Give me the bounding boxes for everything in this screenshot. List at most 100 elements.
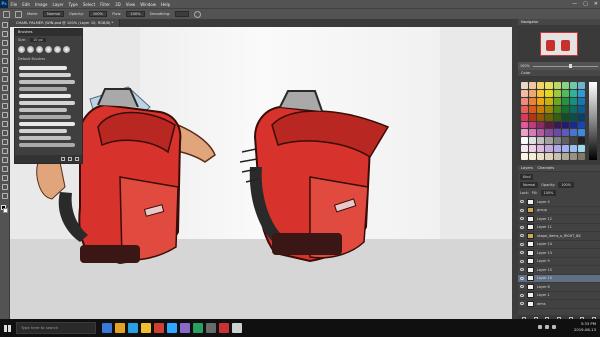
new-brush-icon[interactable] bbox=[68, 157, 72, 161]
brightness-strip[interactable] bbox=[589, 82, 597, 160]
zoom-value[interactable]: 100% bbox=[520, 64, 530, 68]
visibility-eye-icon[interactable] bbox=[520, 268, 524, 272]
zoom-slider-knob[interactable] bbox=[568, 64, 572, 68]
eyedropper-tool-icon[interactable] bbox=[2, 67, 8, 73]
start-button[interactable] bbox=[0, 319, 14, 337]
mode-select[interactable]: Normal bbox=[43, 11, 65, 17]
layer-opacity-field[interactable]: 100% bbox=[558, 182, 574, 188]
color-swatch[interactable] bbox=[521, 145, 529, 153]
color-swatch[interactable] bbox=[553, 145, 561, 153]
taskbar-app-icon[interactable] bbox=[219, 323, 229, 333]
color-swatch[interactable] bbox=[545, 129, 553, 137]
layer-row[interactable]: arms bbox=[518, 300, 600, 309]
brush-stroke-preview[interactable] bbox=[19, 80, 75, 84]
taskbar-app-icon[interactable] bbox=[167, 323, 177, 333]
new-group-icon[interactable] bbox=[61, 157, 65, 161]
flow-field[interactable]: 100% bbox=[126, 11, 145, 17]
color-swatch[interactable] bbox=[521, 153, 529, 160]
color-swatch[interactable] bbox=[561, 137, 569, 145]
document-tab[interactable]: CHARL PALMER (WIN.psd @ 100% (Layer 10, … bbox=[10, 19, 121, 27]
taskbar-app-icon[interactable] bbox=[180, 323, 190, 333]
zoom-tool-icon[interactable] bbox=[2, 193, 8, 199]
color-swatch[interactable] bbox=[553, 89, 561, 97]
color-swatch[interactable] bbox=[577, 153, 585, 160]
color-swatch[interactable] bbox=[553, 137, 561, 145]
color-swatch[interactable] bbox=[537, 137, 545, 145]
color-swatch[interactable] bbox=[537, 121, 545, 129]
color-swatch[interactable] bbox=[577, 129, 585, 137]
brush-preset[interactable] bbox=[36, 46, 43, 53]
color-swatch[interactable] bbox=[537, 82, 545, 89]
color-swatch[interactable] bbox=[529, 113, 537, 121]
layer-row[interactable]: Layer 11 bbox=[518, 224, 600, 232]
smoothing-field[interactable] bbox=[175, 11, 190, 17]
color-swatch[interactable] bbox=[569, 113, 577, 121]
color-swatch-grid[interactable] bbox=[521, 82, 585, 160]
color-swatch[interactable] bbox=[529, 129, 537, 137]
color-swatch[interactable] bbox=[521, 113, 529, 121]
minimize-button[interactable]: — bbox=[572, 0, 577, 8]
color-swatch[interactable] bbox=[553, 82, 561, 89]
marquee-tool-icon[interactable] bbox=[2, 31, 8, 37]
menu-filter[interactable]: Filter bbox=[98, 2, 113, 7]
history-brush-tool-icon[interactable] bbox=[2, 103, 8, 109]
color-swatch[interactable] bbox=[577, 82, 585, 89]
menu-type[interactable]: Type bbox=[66, 2, 80, 7]
color-swatch[interactable] bbox=[561, 145, 569, 153]
brush-preset[interactable] bbox=[18, 46, 25, 53]
pen-tool-icon[interactable] bbox=[2, 148, 8, 154]
taskbar-search[interactable]: Type here to search bbox=[16, 322, 96, 334]
document-canvas[interactable] bbox=[10, 27, 512, 319]
color-swatch[interactable] bbox=[561, 121, 569, 129]
layer-row[interactable]: Layer 13 bbox=[518, 249, 600, 258]
menu-3d[interactable]: 3D bbox=[113, 2, 124, 7]
taskbar-app-icon[interactable] bbox=[102, 323, 112, 333]
color-swatch[interactable] bbox=[545, 145, 553, 153]
color-swatch[interactable] bbox=[529, 105, 537, 113]
color-swatch[interactable] bbox=[569, 129, 577, 137]
color-swatch[interactable] bbox=[553, 105, 561, 113]
visibility-eye-icon[interactable] bbox=[520, 259, 524, 263]
color-swatch[interactable] bbox=[569, 137, 577, 145]
brush-stroke-preview[interactable] bbox=[19, 115, 71, 119]
fill-field[interactable]: 100% bbox=[540, 190, 557, 196]
color-swatch[interactable] bbox=[561, 97, 569, 105]
color-swatch[interactable] bbox=[569, 105, 577, 113]
color-swatch[interactable] bbox=[569, 89, 577, 97]
color-swatch[interactable] bbox=[521, 105, 529, 113]
color-swatch[interactable] bbox=[521, 89, 529, 97]
color-swatch[interactable] bbox=[521, 97, 529, 105]
layer-row[interactable]: Layer 8 bbox=[518, 283, 600, 292]
color-swatch[interactable] bbox=[545, 113, 553, 121]
color-swatch[interactable] bbox=[561, 105, 569, 113]
color-swatch[interactable] bbox=[521, 82, 529, 89]
color-swatch[interactable] bbox=[577, 113, 585, 121]
color-swatch[interactable] bbox=[569, 82, 577, 89]
layers-tab[interactable]: Layers bbox=[521, 166, 533, 170]
color-swatch[interactable] bbox=[545, 137, 553, 145]
brush-stroke-preview[interactable] bbox=[19, 73, 71, 77]
color-swatch[interactable] bbox=[529, 121, 537, 129]
color-swatch[interactable] bbox=[553, 121, 561, 129]
taskbar-app-icon[interactable] bbox=[128, 323, 138, 333]
layer-row[interactable]: Layer 10 bbox=[518, 274, 600, 283]
blur-tool-icon[interactable] bbox=[2, 130, 8, 136]
zoom-slider[interactable] bbox=[532, 64, 598, 68]
visibility-eye-icon[interactable] bbox=[520, 200, 524, 204]
menu-edit[interactable]: Edit bbox=[20, 2, 33, 7]
shape-tool-icon[interactable] bbox=[2, 175, 8, 181]
brush-tool-icon[interactable] bbox=[3, 10, 10, 18]
color-swatch[interactable] bbox=[553, 129, 561, 137]
color-swatch[interactable] bbox=[577, 89, 585, 97]
brush-preset-icon[interactable] bbox=[15, 10, 22, 18]
volume-icon[interactable] bbox=[545, 325, 549, 329]
visibility-eye-icon[interactable] bbox=[520, 285, 524, 289]
color-tab[interactable]: Color bbox=[518, 70, 600, 77]
visibility-eye-icon[interactable] bbox=[520, 217, 524, 221]
taskbar-app-icon[interactable] bbox=[141, 323, 151, 333]
brush-stroke-preview[interactable] bbox=[19, 143, 75, 147]
color-swatch[interactable] bbox=[521, 121, 529, 129]
brush-stroke-preview[interactable] bbox=[19, 87, 67, 91]
color-swatch[interactable] bbox=[537, 145, 545, 153]
visibility-eye-icon[interactable] bbox=[520, 242, 524, 246]
